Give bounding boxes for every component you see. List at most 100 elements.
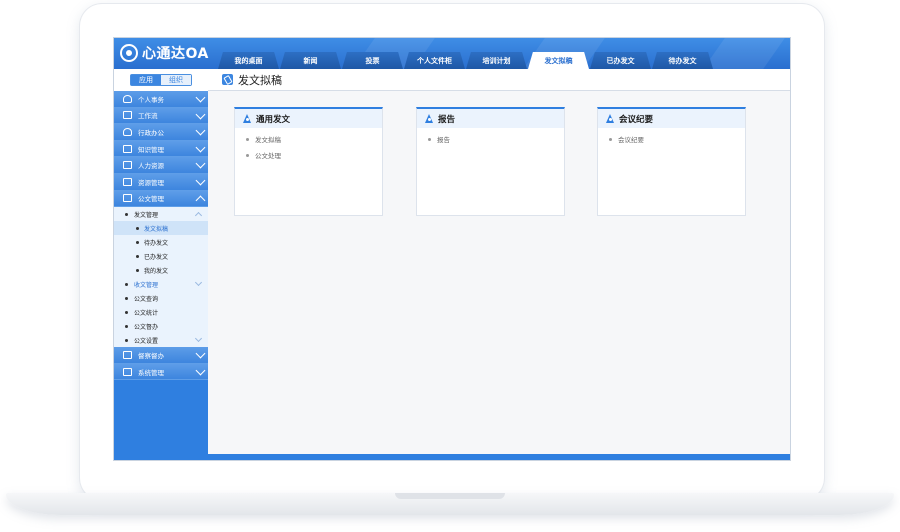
flow-icon [243,114,252,123]
card-title: 报告 [438,114,456,125]
chevron-down-icon [195,92,206,103]
logo-text: 心通达OA [142,46,209,62]
chevron-down-icon [195,158,206,169]
card-links: 报告 [417,128,564,147]
tab-desktop[interactable]: 我的桌面 [218,52,279,69]
page-header: 发文拟稿 [208,69,790,91]
submenu-item-label: 收文管理 [134,281,159,289]
card-link[interactable]: 会议纪要 [598,131,745,147]
sidebar: 应用 组织 个人事务 工作流 行政办公 知识管理 人力资源 资源管理 公文管理 … [114,69,208,460]
sidebar-item-workflow[interactable]: 工作流 [114,107,208,125]
sidebar-item-label: 个人事务 [138,95,164,104]
submenu-item-doc-supervise[interactable]: 公文督办 [114,319,208,333]
card-link[interactable]: 发文拟稿 [235,131,382,147]
card-header: 会议纪要 [598,109,745,128]
submenu-item-done-dispatch[interactable]: 已办发文 [114,249,208,263]
person-icon [123,94,132,103]
tab-training-plan[interactable]: 培训计划 [466,52,527,69]
tab-todo-dispatch[interactable]: 待办发文 [652,52,713,69]
sidebar-item-hr[interactable]: 人力资源 [114,157,208,174]
switch-app-button[interactable]: 应用 [131,75,161,85]
switch-org-button[interactable]: 组织 [161,75,191,85]
layers-icon [123,177,132,186]
card-links: 会议纪要 [598,128,745,147]
chevron-down-icon [194,279,203,287]
chevron-down-icon [195,125,206,136]
card-header: 报告 [417,109,564,128]
supervise-icon [123,350,132,359]
chevron-up-icon [195,195,206,206]
admin-icon [123,127,132,136]
sidebar-item-system[interactable]: 系统管理 [114,363,208,381]
header-decoration [703,38,785,69]
submenu-item-doc-stats[interactable]: 公文统计 [114,305,208,319]
submenu-item-doc-settings[interactable]: 公文设置 [114,333,208,347]
tab-news[interactable]: 新闻 [280,52,341,69]
chevron-down-icon [195,365,206,376]
card-header: 通用发文 [235,109,382,128]
card-link[interactable]: 报告 [417,131,564,147]
card-general-dispatch: 通用发文 发文拟稿 公文处理 [234,107,383,216]
submenu-item-label: 发文管理 [134,211,159,219]
edit-document-icon [222,74,233,85]
sidebar-item-personal[interactable]: 个人事务 [114,91,208,108]
knowledge-icon [123,144,132,153]
monitor-icon [123,367,132,376]
laptop-notch [395,493,505,499]
sidebar-item-label: 工作流 [138,112,158,121]
chevron-down-icon [195,175,206,186]
flow-icon [606,114,615,123]
card-links: 发文拟稿 公文处理 [235,128,382,163]
sidebar-item-label: 资源管理 [138,178,164,187]
workflow-icon [123,111,132,120]
app-logo[interactable]: 心通达OA [120,43,209,63]
sidebar-item-label: 督察督办 [138,351,164,360]
sidebar-item-label: 行政办公 [138,128,164,137]
tab-done-dispatch[interactable]: 已办发文 [590,52,651,69]
page-title: 发文拟稿 [238,73,282,87]
chevron-down-icon [195,348,206,359]
flow-icon [425,114,434,123]
sidebar-item-documents[interactable]: 公文管理 [114,190,208,208]
oa-screen: 心通达OA 我的桌面 新闻 投票 个人文件柜 培训计划 发文拟稿 已办发文 待办… [113,37,791,461]
submenu-item-send-group[interactable]: 发文管理 [114,207,208,221]
laptop-mockup: 心通达OA 我的桌面 新闻 投票 个人文件柜 培训计划 发文拟稿 已办发文 待办… [0,0,900,532]
tab-file-cabinet[interactable]: 个人文件柜 [404,52,465,69]
logo-icon [120,44,138,62]
sidebar-item-supervise[interactable]: 督察督办 [114,347,208,364]
card-link[interactable]: 公文处理 [235,147,382,163]
chevron-down-icon [195,142,206,153]
document-icon [123,194,132,203]
chevron-down-icon [194,335,203,343]
hr-icon [123,161,132,170]
chevron-down-icon [195,109,206,120]
card-title: 会议纪要 [619,114,654,125]
card-report: 报告 报告 [416,107,565,216]
card-meeting-minutes: 会议纪要 会议纪要 [597,107,746,216]
tab-draft-dispatch[interactable]: 发文拟稿 [528,52,589,69]
top-tabs: 我的桌面 新闻 投票 个人文件柜 培训计划 发文拟稿 已办发文 待办发文 [218,52,714,69]
documents-submenu: 发文管理 发文拟稿 待办发文 已办发文 我的发文 收文管理 公文查询 公文统计 … [114,207,208,348]
sidebar-item-knowledge[interactable]: 知识管理 [114,140,208,158]
footer-bar [114,454,790,460]
tab-vote[interactable]: 投票 [342,52,403,69]
submenu-item-draft-dispatch[interactable]: 发文拟稿 [114,221,208,236]
submenu-item-my-dispatch[interactable]: 我的发文 [114,263,208,277]
chevron-up-icon [194,212,203,220]
switch-group: 应用 组织 [130,74,192,86]
app-org-switch: 应用 组织 [114,69,208,91]
submenu-item-todo-dispatch[interactable]: 待办发文 [114,235,208,249]
submenu-item-doc-query[interactable]: 公文查询 [114,291,208,305]
sidebar-item-admin[interactable]: 行政办公 [114,124,208,141]
submenu-item-label: 公文设置 [134,337,159,345]
top-header: 心通达OA 我的桌面 新闻 投票 个人文件柜 培训计划 发文拟稿 已办发文 待办… [114,38,790,69]
sidebar-item-label: 公文管理 [138,195,164,204]
sidebar-item-label: 知识管理 [138,145,164,154]
sidebar-item-resources[interactable]: 资源管理 [114,173,208,191]
sidebar-item-label: 人力资源 [138,162,164,171]
sidebar-menu: 个人事务 工作流 行政办公 知识管理 人力资源 资源管理 公文管理 发文管理 发… [114,91,208,381]
card-title: 通用发文 [256,114,291,125]
submenu-item-receive-group[interactable]: 收文管理 [114,277,208,291]
sidebar-item-label: 系统管理 [138,368,164,377]
main-content: 发文拟稿 通用发文 发文拟稿 公文处理 报告 报告 会议纪要 会议纪要 [208,69,790,454]
